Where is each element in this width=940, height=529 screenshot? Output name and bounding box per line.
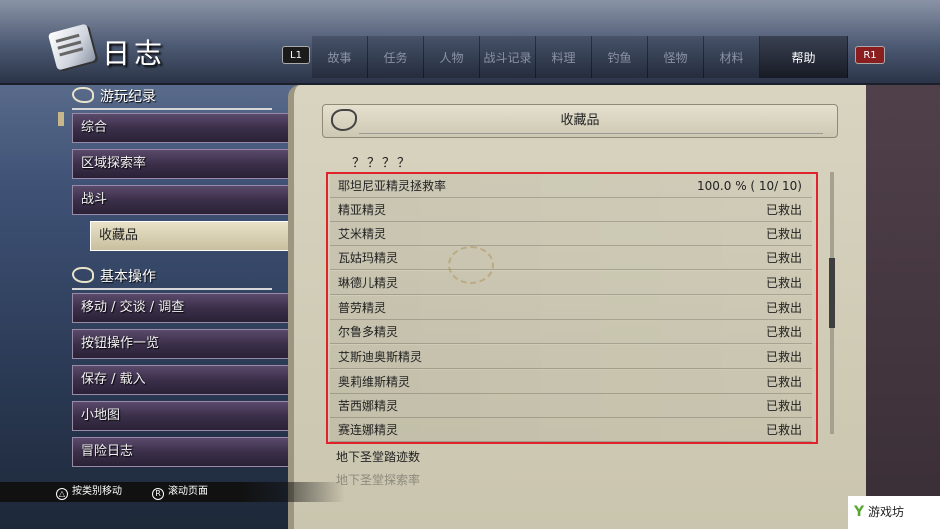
section-basic-controls: 基本操作 [72, 266, 272, 290]
tab-materials[interactable]: 材料 [704, 36, 760, 78]
journal-book-icon [47, 23, 97, 71]
l1-button[interactable]: L1 [282, 46, 310, 64]
tab-monsters[interactable]: 怪物 [648, 36, 704, 78]
menu-item-move-talk-examine[interactable]: 移动 / 交谈 / 调查 [72, 293, 303, 323]
watermark-logo-icon: Y [854, 504, 865, 520]
header-underline [359, 133, 823, 134]
table-row[interactable]: 尔鲁多精灵 已救出 [330, 320, 812, 344]
tab-cooking[interactable]: 料理 [536, 36, 592, 78]
table-row[interactable]: 普劳精灵 已救出 [330, 296, 812, 320]
list-item[interactable]: 地下圣堂探索率 [336, 471, 420, 488]
table-row[interactable]: 精亚精灵 已救出 [330, 198, 812, 222]
menu-item-collectibles[interactable]: 收藏品 [90, 221, 315, 251]
menu-item-adventure-log[interactable]: 冒险日志 [72, 437, 303, 467]
section-play-record: 游玩纪录 [72, 86, 272, 110]
scrollbar-thumb[interactable] [829, 258, 835, 328]
table-row[interactable]: 琳德儿精灵 已救出 [330, 271, 812, 295]
hint-category-move: △ 按类别移动 [56, 482, 122, 502]
button-hints: △ 按类别移动 R 滚动页面 [0, 482, 345, 502]
tab-fishing[interactable]: 钓鱼 [592, 36, 648, 78]
spirit-icon [448, 246, 494, 284]
page-title: 日志 [102, 37, 167, 70]
menu-item-overview[interactable]: 综合 [72, 113, 303, 143]
crest-icon [72, 267, 94, 283]
tab-story[interactable]: 故事 [312, 36, 368, 78]
crest-icon [331, 109, 357, 131]
hint-scroll-page: R 滚动页面 [152, 482, 208, 502]
menu-item-battle[interactable]: 战斗 [72, 185, 303, 215]
tab-bar: 故事 任务 人物 战斗记录 料理 钓鱼 怪物 材料 帮助 [312, 36, 848, 78]
stick-button-icon: R [152, 488, 164, 500]
tab-characters[interactable]: 人物 [424, 36, 480, 78]
menu-item-button-list[interactable]: 按钮操作一览 [72, 329, 303, 359]
crest-icon [72, 87, 94, 103]
site-watermark: Y 游戏坊 [848, 496, 940, 529]
tab-help[interactable]: 帮助 [760, 36, 848, 78]
tab-quest[interactable]: 任务 [368, 36, 424, 78]
table-row[interactable]: 奥莉维斯精灵 已救出 [330, 370, 812, 394]
menu-item-minimap[interactable]: 小地图 [72, 401, 303, 431]
right-border [866, 85, 940, 529]
triangle-button-icon: △ [56, 488, 68, 500]
tab-battle-record[interactable]: 战斗记录 [480, 36, 536, 78]
table-row[interactable]: 耶坦尼亚精灵拯救率 100.0 % ( 10/ 10) [330, 174, 812, 198]
unknown-entry: ？？？？ [352, 156, 413, 171]
menu-item-save-load[interactable]: 保存 / 载入 [72, 365, 303, 395]
table-row[interactable]: 艾斯迪奥斯精灵 已救出 [330, 345, 812, 369]
scroll-marker [58, 112, 64, 126]
list-item[interactable]: 地下圣堂踏迹数 [336, 448, 420, 465]
menu-item-area-exploration[interactable]: 区域探索率 [72, 149, 303, 179]
panel-header: 收藏品 [322, 104, 838, 138]
r1-button[interactable]: R1 [855, 46, 885, 64]
table-row[interactable]: 瓦姑玛精灵 已救出 [330, 246, 812, 270]
table-row[interactable]: 苦西娜精灵 已救出 [330, 394, 812, 418]
table-row[interactable]: 艾米精灵 已救出 [330, 222, 812, 246]
table-row[interactable]: 赛连娜精灵 已救出 [330, 418, 812, 442]
top-bar: 日志 L1 故事 任务 人物 战斗记录 料理 钓鱼 怪物 材料 帮助 R1 [0, 0, 940, 85]
